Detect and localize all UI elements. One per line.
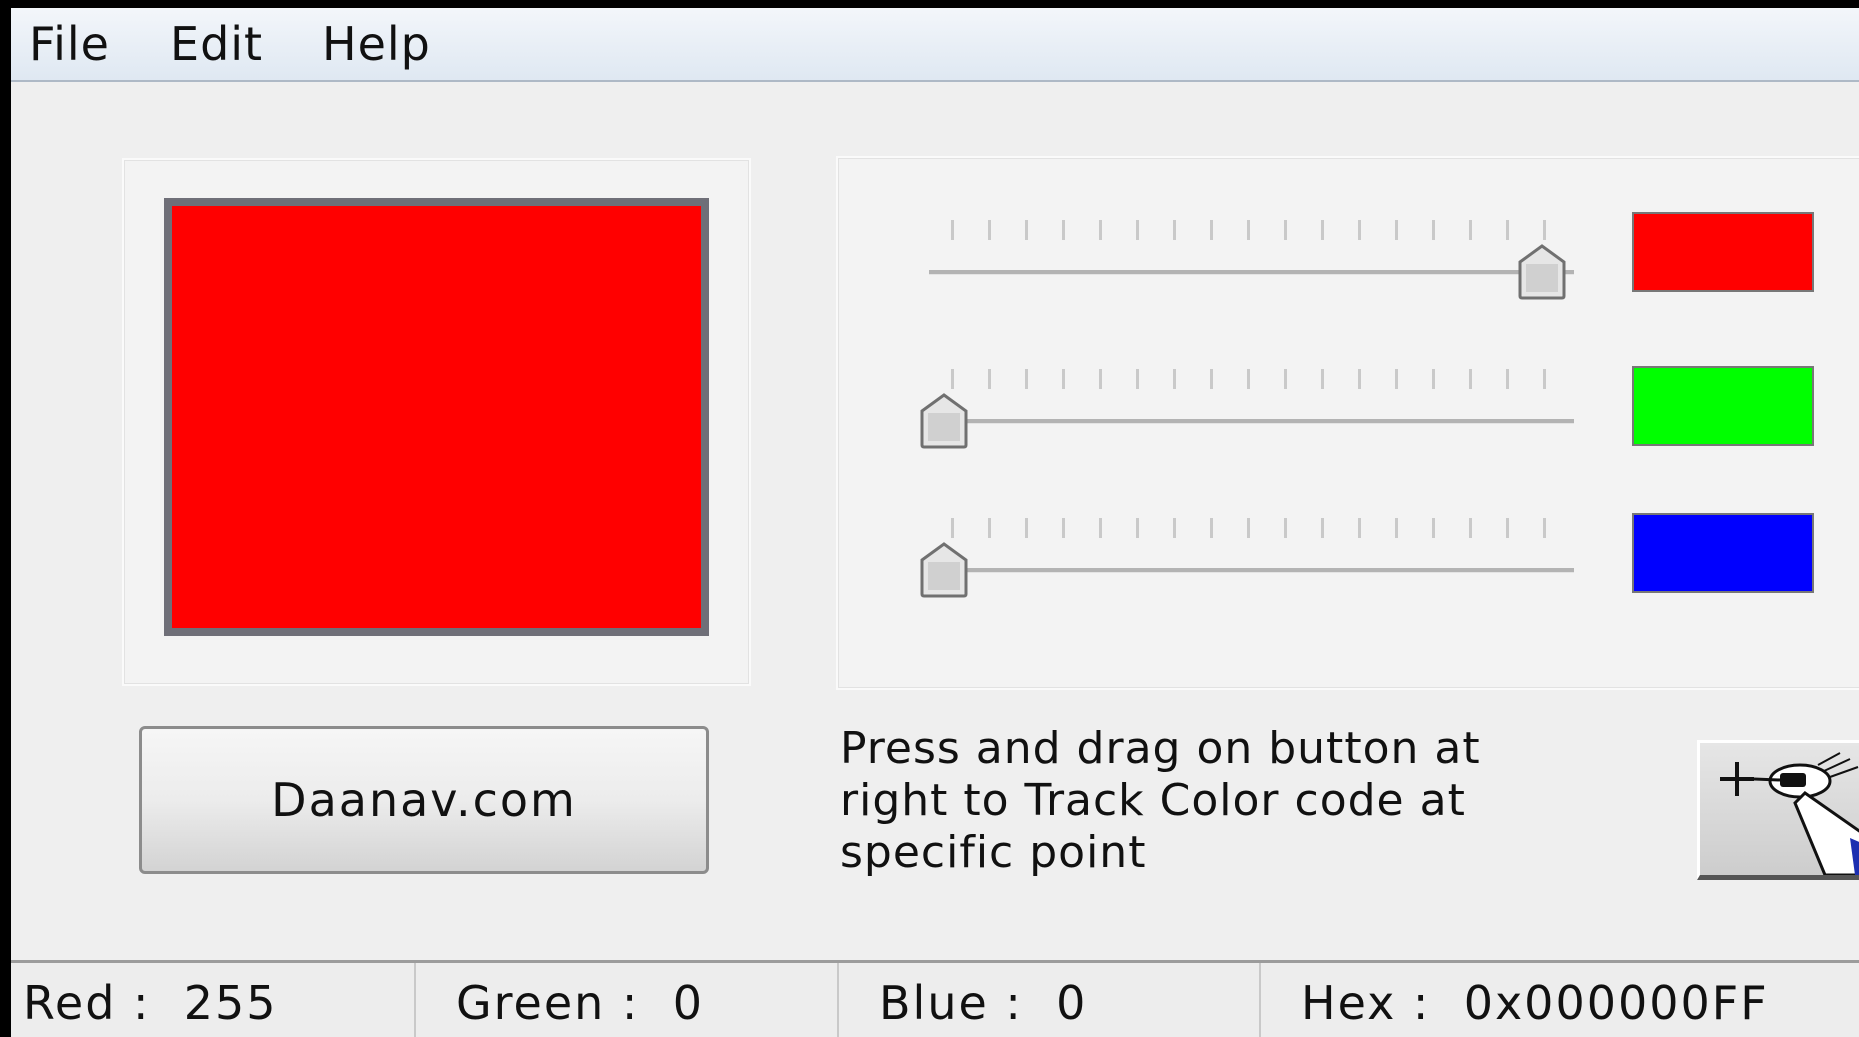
green-slider[interactable]	[919, 369, 1579, 479]
red-slider-track[interactable]	[929, 270, 1574, 275]
status-hex: Hex : 0x000000FF	[1261, 963, 1859, 1037]
status-green-value: 0	[672, 976, 704, 1030]
blue-slider[interactable]	[919, 518, 1579, 628]
blue-slider-thumb[interactable]	[919, 542, 969, 598]
menu-help[interactable]: Help	[322, 16, 431, 72]
red-slider[interactable]	[919, 220, 1579, 330]
green-swatch	[1632, 366, 1814, 446]
status-red: Red : 255	[11, 963, 416, 1037]
color-picker-button[interactable]	[1697, 740, 1859, 880]
blue-slider-ticks	[951, 518, 1551, 538]
blue-swatch	[1632, 513, 1814, 593]
status-blue: Blue : 0	[839, 963, 1261, 1037]
green-slider-track[interactable]	[929, 419, 1574, 424]
green-slider-ticks	[951, 369, 1551, 389]
status-blue-label: Blue :	[879, 976, 1023, 1030]
eyedropper-crosshair-icon	[1720, 752, 1859, 875]
menu-edit[interactable]: Edit	[170, 16, 263, 72]
status-red-value: 255	[183, 976, 278, 1030]
status-green-label: Green :	[456, 976, 640, 1030]
red-slider-ticks	[951, 220, 1551, 240]
status-green: Green : 0	[416, 963, 839, 1037]
status-bar: Red : 255 Green : 0 Blue : 0 Hex : 0x000…	[11, 960, 1859, 1037]
status-blue-value: 0	[1056, 976, 1088, 1030]
color-picker-window: File Edit Help Daanav.com Press and drag	[11, 8, 1859, 1037]
red-slider-thumb[interactable]	[1517, 244, 1567, 300]
daanav-link-button[interactable]: Daanav.com	[139, 726, 709, 874]
status-hex-value: 0x000000FF	[1463, 976, 1769, 1030]
menu-file[interactable]: File	[29, 16, 110, 72]
red-swatch	[1632, 212, 1814, 292]
status-hex-label: Hex :	[1301, 976, 1431, 1030]
green-slider-thumb[interactable]	[919, 393, 969, 449]
status-red-label: Red :	[23, 976, 151, 1030]
picker-instructions: Press and drag on button at right to Tra…	[840, 723, 1481, 878]
color-preview-swatch	[164, 198, 709, 636]
blue-slider-track[interactable]	[929, 568, 1574, 573]
menu-bar: File Edit Help	[11, 8, 1859, 82]
